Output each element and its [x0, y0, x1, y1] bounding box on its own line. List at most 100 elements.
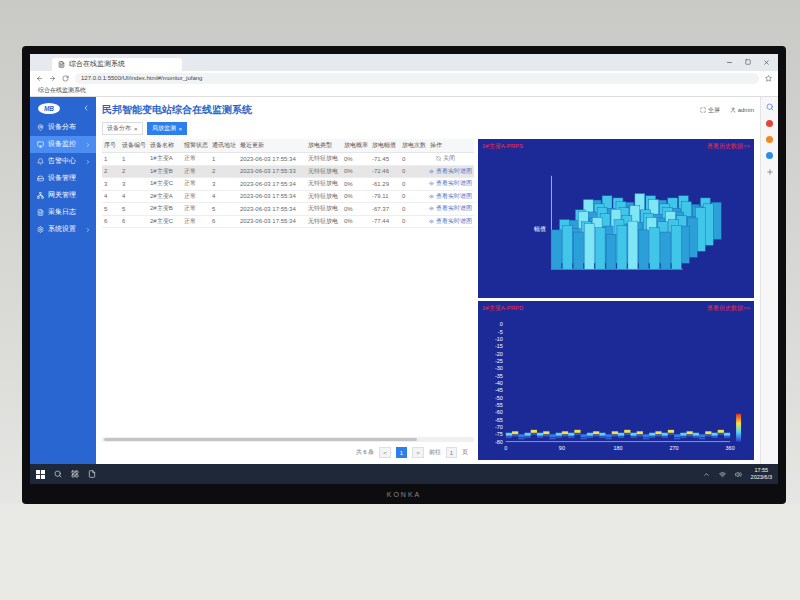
task-view-icon[interactable] [71, 470, 79, 478]
prpd-chart: 0-5-10-15-20-25-30-35-40-45-50-55-60-65-… [482, 314, 750, 458]
tag-close[interactable]: × [179, 126, 183, 132]
sidebar-item[interactable]: 设备管理 [30, 170, 96, 187]
sidebar-item[interactable]: 设备监控 [30, 136, 96, 153]
tray-icon[interactable] [703, 471, 710, 478]
breadcrumb-tag[interactable]: 局放监测× [147, 122, 188, 135]
prev-page[interactable]: < [379, 447, 391, 458]
history-link[interactable]: 查看历史数据>> [707, 304, 750, 313]
reload-icon[interactable] [62, 75, 69, 82]
url-field[interactable]: 127.0.0.1:5500/UI/index.html#/monitor_ju… [75, 73, 759, 84]
prpd-point [655, 431, 661, 436]
sidebar-item[interactable]: 设备分布 [30, 119, 96, 136]
horizontal-scrollbar[interactable] [102, 437, 474, 442]
windows-logo-icon[interactable] [36, 470, 45, 479]
forward-icon[interactable] [49, 75, 56, 82]
browser-tab-bar: 综合在线监测系统 [30, 54, 778, 71]
table-cell: 无特征放电 [306, 179, 342, 188]
nav-icon [37, 175, 44, 182]
breadcrumb-tags: 设备分布× 局放监测× [102, 120, 754, 139]
app-dot-icon[interactable] [766, 136, 773, 143]
table-cell: 正常 [182, 179, 210, 188]
view-icon [429, 206, 434, 211]
header-action[interactable]: 全屏 [700, 106, 720, 115]
prpd-x-axis [506, 441, 730, 442]
goto-input[interactable]: 1 [446, 447, 457, 458]
prpd-y-tick: -35 [495, 373, 503, 379]
bookmark[interactable]: 综合在线监测系统 [38, 86, 86, 95]
table-cell: 0 [400, 168, 428, 174]
browser-tab[interactable]: 综合在线监测系统 [52, 58, 182, 71]
next-page[interactable]: > [412, 447, 424, 458]
table-row[interactable]: 552#主变B正常52023-06-03 17:55:34无特征放电0%-67.… [102, 203, 474, 216]
row-action[interactable]: 查看实时谱图 [428, 167, 474, 176]
prpd-point [674, 434, 680, 439]
prps-bar [562, 225, 572, 269]
prpd-point [618, 433, 624, 438]
search-icon[interactable] [54, 470, 62, 478]
table-row[interactable]: 442#主变A正常42023-06-03 17:55:34无特征放电0%-79.… [102, 191, 474, 204]
table-cell: 0% [342, 218, 370, 224]
table-cell: 无特征放电 [306, 192, 342, 201]
row-action[interactable]: 查看实时谱图 [428, 192, 474, 201]
nav-icon [37, 209, 44, 216]
table-cell: 2 [120, 168, 148, 174]
collapse-icon[interactable] [82, 104, 90, 112]
table-cell: 0 [400, 156, 428, 162]
sidebar-item[interactable]: 系统设置 [30, 221, 96, 238]
column-header: 最近更新 [238, 141, 306, 150]
prpd-point [630, 433, 636, 438]
nav-icon [37, 158, 44, 165]
clock[interactable]: 17:552023/6/3 [751, 467, 772, 481]
sidebar-item[interactable]: 采集日志 [30, 204, 96, 221]
table-row[interactable]: 331#主变C正常32023-06-03 17:55:34无特征放电0%-61.… [102, 178, 474, 191]
desk [0, 504, 800, 600]
sidebar-item[interactable]: 网关管理 [30, 187, 96, 204]
sidebar-item[interactable]: 告警中心 [30, 153, 96, 170]
header-action[interactable]: admin [730, 106, 754, 115]
prpd-point [512, 431, 518, 436]
prpd-point [549, 434, 555, 439]
breadcrumb-tag[interactable]: 设备分布× [102, 122, 143, 135]
logo-row: MB [30, 97, 96, 119]
prps-bar [606, 234, 616, 269]
search-icon[interactable] [766, 103, 774, 111]
content: 民邦智能变电站综合在线监测系统全屏admin设备分布×局放监测×序号设备编号设备… [96, 97, 760, 464]
maximize-icon[interactable] [745, 59, 751, 65]
minimize-icon[interactable] [726, 59, 733, 66]
table-row[interactable]: 111#主变A正常12023-06-03 17:55:34无特征放电0%-71.… [102, 153, 474, 166]
prpd-point [612, 431, 618, 436]
add-icon[interactable] [766, 168, 774, 176]
prpd-point [668, 430, 674, 435]
app-title: 民邦智能变电站综合在线监测系统 [102, 104, 252, 117]
column-header: 通讯地址 [210, 141, 238, 150]
row-action[interactable]: 查看实时谱图 [428, 179, 474, 188]
app-dot-icon[interactable] [766, 120, 773, 127]
close-icon[interactable] [763, 59, 770, 66]
prps-bar [617, 225, 627, 269]
prpd-point [699, 434, 705, 439]
app-dot-icon[interactable] [766, 152, 773, 159]
back-icon[interactable] [36, 75, 43, 82]
table-row[interactable]: 662#主变C正常62023-06-03 17:55:34无特征放电0%-77.… [102, 216, 474, 229]
logo: MB [38, 103, 60, 114]
prpd-point [718, 430, 724, 435]
favorite-icon[interactable] [765, 75, 772, 82]
page-number[interactable]: 1 [396, 447, 407, 458]
tag-close[interactable]: × [134, 126, 138, 132]
table-row[interactable]: 221#主变B正常22023-06-03 17:55:33无特征放电0%-72.… [102, 166, 474, 179]
row-action[interactable]: 查看实时谱图 [428, 204, 474, 213]
table-cell: 0% [342, 168, 370, 174]
app-sidebar: MB 设备分布设备监控告警中心设备管理网关管理采集日志系统设置 [30, 97, 96, 464]
volume-icon[interactable] [735, 471, 742, 478]
file-icon[interactable] [88, 470, 96, 478]
prpd-y-tick: -30 [495, 365, 503, 371]
table-cell: 正常 [182, 167, 210, 176]
row-action[interactable]: 关闭 [428, 154, 474, 163]
prps-bar [639, 230, 649, 269]
history-link[interactable]: 查看历史数据>> [707, 142, 750, 151]
row-action[interactable]: 查看实时谱图 [428, 217, 474, 226]
column-header: 报警状态 [182, 141, 210, 150]
table-cell: 无特征放电 [306, 154, 342, 163]
window-controls [718, 59, 778, 66]
network-icon[interactable] [719, 471, 726, 478]
